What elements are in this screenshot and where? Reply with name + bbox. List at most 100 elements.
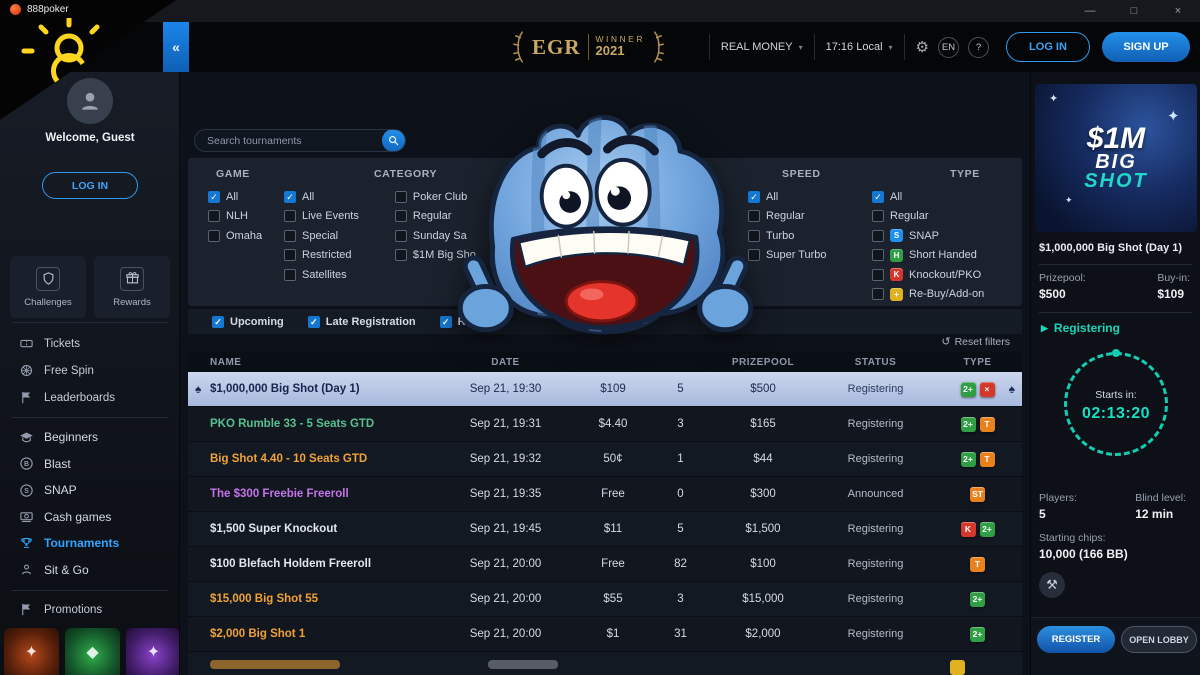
table-row[interactable]: $15,000 Big Shot 55Sep 21, 20:00$553$15,…: [188, 582, 1022, 617]
gear-icon[interactable]: ⚙: [916, 38, 929, 56]
login-button[interactable]: LOG IN: [1006, 32, 1090, 62]
filter-option-short-handed[interactable]: HShort Handed: [872, 249, 984, 262]
sidebar-item-beginners[interactable]: Beginners: [0, 424, 180, 451]
sidebar-item-free-spin[interactable]: Free Spin: [0, 357, 180, 384]
table-row[interactable]: The $300 Freebie FreerollSep 21, 19:35Fr…: [188, 477, 1022, 512]
language-button[interactable]: EN: [938, 37, 959, 58]
prizepool-label: Prizepool:: [1039, 272, 1086, 284]
mini-game-tile[interactable]: ◆: [65, 628, 120, 675]
sidebar-item-blast[interactable]: BBlast: [0, 451, 180, 478]
cell-players: 3: [653, 593, 708, 605]
search-button[interactable]: [382, 129, 405, 152]
minimize-button[interactable]: —: [1068, 0, 1112, 22]
cell-players: 1: [653, 453, 708, 465]
sidebar-item-leaderboards[interactable]: Leaderboards: [0, 384, 180, 411]
maximize-button[interactable]: □: [1112, 0, 1156, 22]
help-button[interactable]: ?: [968, 37, 989, 58]
tile-label: Challenges: [24, 297, 72, 308]
search-input[interactable]: [195, 135, 382, 147]
signup-button[interactable]: SIGN UP: [1102, 32, 1190, 62]
table-settings-button[interactable]: ⚒: [1039, 572, 1065, 598]
sidebar-item-snap[interactable]: SSNAP: [0, 477, 180, 504]
filter-option-satellites[interactable]: Satellites: [284, 268, 359, 281]
table-row[interactable]: $1,000,000 Big Shot (Day 1)Sep 21, 19:30…: [188, 372, 1022, 407]
filter-option-all[interactable]: ✓All: [872, 190, 984, 203]
sidebar-item-tickets[interactable]: Tickets: [0, 330, 180, 357]
filter-option-label: Turbo: [766, 230, 794, 242]
filter-option-knockout-pko[interactable]: KKnockout/PKO: [872, 268, 984, 281]
cell-prize: $300: [708, 488, 818, 500]
type-badge: 2+: [970, 627, 985, 642]
sidebar-collapse-button[interactable]: «: [163, 22, 189, 72]
filter-option-live-events[interactable]: Live Events: [284, 210, 359, 223]
toggle-upcoming[interactable]: ✓Upcoming: [212, 316, 284, 328]
sidebar-item-promotions[interactable]: Promotions: [0, 596, 180, 623]
reset-icon: ↺: [941, 336, 950, 348]
filter-option-special[interactable]: Special: [284, 229, 359, 242]
wheel-icon: [18, 363, 34, 379]
cell-date: Sep 21, 19:45: [438, 523, 573, 535]
filter-option-regular[interactable]: Regular: [872, 210, 984, 223]
sidebar-item-tournaments[interactable]: Tournaments: [0, 530, 180, 557]
local-time-dropdown[interactable]: 17:16 Local ▾: [826, 41, 893, 53]
sidebar-item-label: Blast: [44, 457, 71, 471]
header-status[interactable]: STATUS: [818, 357, 933, 368]
checkbox-icon: ✓: [208, 191, 220, 203]
chips-label: Starting chips:: [1039, 532, 1128, 544]
truncated-text: [488, 660, 558, 669]
divider: [814, 34, 815, 60]
mini-game-tile[interactable]: ✦: [4, 628, 59, 675]
snap-icon: S: [890, 229, 903, 242]
sidebar-item-sit-go[interactable]: Sit & Go: [0, 557, 180, 584]
filter-option-all[interactable]: ✓ All: [208, 190, 262, 203]
table-row[interactable]: $1,500 Super KnockoutSep 21, 19:45$115$1…: [188, 512, 1022, 547]
mini-game-tile[interactable]: ✦: [126, 628, 180, 675]
toggle-late-registration[interactable]: ✓Late Registration: [308, 316, 416, 328]
tournament-details-panel: ✦ ✦ ✦ $1M BIG SHOT $1,000,000 Big Shot (…: [1030, 72, 1200, 675]
table-row[interactable]: Big Shot 4.40 - 10 Seats GTDSep 21, 19:3…: [188, 442, 1022, 477]
header-type[interactable]: TYPE: [933, 357, 1022, 368]
spade-icon: ♠: [1009, 382, 1015, 396]
starting-chips-row: Starting chips: 10,000 (166 BB): [1039, 532, 1128, 561]
countdown-timer: 02:13:20: [1067, 405, 1165, 423]
sidebar-item-cash-games[interactable]: Cash games: [0, 504, 180, 531]
sidebar-links: TicketsFree SpinLeaderboards: [0, 330, 180, 411]
filter-option-label: All: [766, 191, 778, 203]
filter-option-label: Super Turbo: [766, 249, 827, 261]
checkbox-icon: ✓: [872, 191, 884, 203]
header-name[interactable]: NAME: [188, 357, 438, 368]
filter-group-type: TYPE✓AllRegularSSNAPHShort HandedKKnocko…: [872, 168, 984, 301]
filter-option-nlh[interactable]: NLH: [208, 210, 262, 223]
cell-name: PKO Rumble 33 - 5 Seats GTD: [188, 418, 438, 430]
filter-option-label: All: [226, 191, 238, 203]
filter-option-restricted[interactable]: Restricted: [284, 249, 359, 262]
table-row[interactable]: PKO Rumble 33 - 5 Seats GTDSep 21, 19:31…: [188, 407, 1022, 442]
filter-option-re-buy-add-on[interactable]: +Re-Buy/Add-on: [872, 288, 984, 301]
filter-option-label: All: [302, 191, 314, 203]
cell-date: Sep 21, 19:32: [438, 453, 573, 465]
re-buy-add-on-icon: +: [890, 288, 903, 301]
open-lobby-button[interactable]: OPEN LOBBY: [1121, 626, 1197, 653]
table-row[interactable]: $2,000 Big Shot 1Sep 21, 20:00$131$2,000…: [188, 617, 1022, 652]
type-badge: K: [961, 522, 976, 537]
register-button[interactable]: REGISTER: [1037, 626, 1115, 653]
table-row[interactable]: [188, 652, 1022, 675]
tile-challenges[interactable]: Challenges: [10, 256, 86, 318]
tournament-rows: $1,000,000 Big Shot (Day 1)Sep 21, 19:30…: [188, 372, 1022, 652]
filter-option-omaha[interactable]: Omaha: [208, 229, 262, 242]
filter-option-label: Restricted: [302, 249, 352, 261]
cell-date: Sep 21, 19:31: [438, 418, 573, 430]
sidebar-item-label: SNAP: [44, 483, 77, 497]
tile-rewards[interactable]: Rewards: [94, 256, 170, 318]
checkbox-icon: [395, 210, 407, 222]
money-mode-dropdown[interactable]: REAL MONEY ▾: [721, 41, 803, 53]
filter-option-snap[interactable]: SSNAP: [872, 229, 984, 242]
filter-option-all[interactable]: ✓All: [284, 190, 359, 203]
table-row[interactable]: $100 Blefach Holdem FreerollSep 21, 20:0…: [188, 547, 1022, 582]
cell-prize: $44: [708, 453, 818, 465]
type-badge: ×: [980, 382, 995, 397]
flag-icon: [18, 602, 34, 618]
sidebar-login-button[interactable]: LOG IN: [42, 172, 138, 199]
close-button[interactable]: ×: [1156, 0, 1200, 22]
sidebar-tiles: Challenges Rewards: [10, 256, 170, 318]
